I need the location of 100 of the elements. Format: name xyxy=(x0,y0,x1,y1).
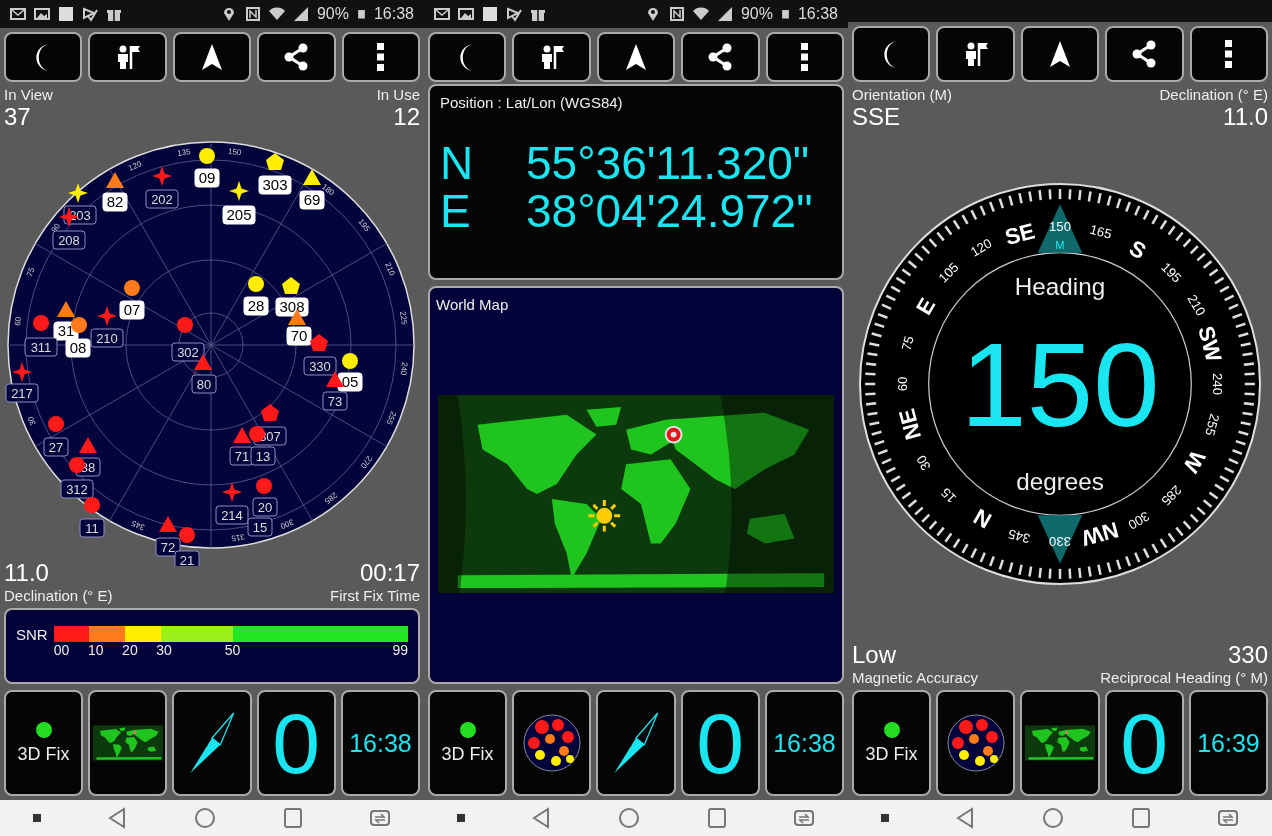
mail-icon xyxy=(10,6,26,22)
dial-label: E xyxy=(911,293,941,320)
dial-label: 255 xyxy=(1202,412,1223,438)
satellite-label: 05 xyxy=(337,372,363,392)
arrow-button[interactable] xyxy=(1020,26,1100,82)
dial-label: 30 xyxy=(913,452,934,473)
satellite-count-tile[interactable]: 0 xyxy=(256,690,336,796)
satellite-label: 70 xyxy=(286,326,312,346)
moon-button[interactable] xyxy=(4,32,83,82)
recent-apps-icon[interactable] xyxy=(281,807,304,829)
switch-sim-icon[interactable] xyxy=(1217,807,1240,829)
dial-label: 60 xyxy=(894,376,910,392)
dial-label: 330 xyxy=(1049,534,1071,550)
dial-label: SE xyxy=(1002,218,1038,251)
recent-apps-icon[interactable] xyxy=(1129,807,1152,829)
fix-dot-icon xyxy=(459,721,476,738)
fix-dot-icon xyxy=(883,721,900,738)
more-icon xyxy=(377,43,385,71)
clock-tile[interactable]: 16:38 xyxy=(764,690,844,796)
person-button[interactable] xyxy=(88,32,167,82)
in-use-count: 12 xyxy=(393,103,420,131)
signal-icon xyxy=(292,6,309,22)
satellite-label: 20 xyxy=(252,497,278,517)
more-button[interactable] xyxy=(341,32,421,82)
heading-label: Heading xyxy=(1014,273,1106,301)
magnetic-accuracy-value: Low xyxy=(852,641,898,669)
world-map-tile[interactable] xyxy=(1020,690,1100,796)
nfc-icon xyxy=(244,6,261,22)
in-view-label: In View xyxy=(4,86,53,103)
switch-sim-icon[interactable] xyxy=(369,807,392,829)
reciprocal-marker xyxy=(1037,515,1083,564)
share-button[interactable] xyxy=(1105,26,1184,82)
home-icon[interactable] xyxy=(194,807,216,829)
satellite-label: 11 xyxy=(79,518,105,538)
satellite-label: 210 xyxy=(90,328,124,348)
satellite-label: 205 xyxy=(222,205,256,225)
person-button[interactable] xyxy=(512,32,591,82)
dial-label: 150 xyxy=(1049,218,1071,234)
position-title: Position : Lat/Lon (WGS84) xyxy=(440,94,624,111)
dial-label: 300 xyxy=(1125,508,1153,533)
in-use-label: In Use xyxy=(376,86,420,103)
snr-tick-label: 30 xyxy=(156,642,173,658)
satellite-label: 72 xyxy=(155,537,181,557)
satellite-label: 330 xyxy=(303,356,337,376)
switch-sim-icon[interactable] xyxy=(793,807,816,829)
compass-tile[interactable] xyxy=(172,690,252,796)
azimuth-label: 210 xyxy=(383,261,397,277)
mail-icon xyxy=(434,6,450,22)
heading-unit: degrees xyxy=(1016,468,1104,496)
recent-apps-icon[interactable] xyxy=(705,807,728,829)
satellite-label: 07 xyxy=(119,300,145,320)
sky-plot-tile[interactable] xyxy=(512,690,592,796)
satellite-count-tile[interactable]: 0 xyxy=(680,690,760,796)
satellite-label: 302 xyxy=(171,342,205,362)
reciprocal-heading-value: 330 xyxy=(1227,641,1268,669)
image-icon xyxy=(458,6,474,22)
azimuth-label: 30 xyxy=(26,415,38,427)
dial-label: 285 xyxy=(1158,482,1185,509)
snr-tick-label: 99 xyxy=(392,642,408,658)
first-fix-time-value: 00:17 xyxy=(359,559,420,587)
share-button[interactable] xyxy=(681,32,760,82)
azimuth-label: 60 xyxy=(13,316,24,327)
world-map-title: World Map xyxy=(436,296,510,313)
satellite-label: 21 xyxy=(174,550,200,566)
arrow-button[interactable] xyxy=(596,32,676,82)
clock-tile[interactable]: 16:39 xyxy=(1188,690,1268,796)
arrow-button[interactable] xyxy=(172,32,252,82)
compass-tile[interactable] xyxy=(596,690,676,796)
moon-button[interactable] xyxy=(852,26,931,82)
fix-dot-icon xyxy=(35,721,52,738)
battery-percent: 90% xyxy=(740,5,773,23)
satellite-count-tile[interactable]: 0 xyxy=(1104,690,1184,796)
home-icon[interactable] xyxy=(1042,807,1064,829)
magnetic-marker-label: M xyxy=(1055,238,1065,251)
more-button[interactable] xyxy=(765,32,845,82)
more-button[interactable] xyxy=(1189,26,1269,82)
more-icon xyxy=(801,43,809,71)
square-icon xyxy=(58,6,74,22)
declination-value: 11.0 xyxy=(4,559,50,587)
fix-status-tile[interactable]: 3D Fix xyxy=(4,690,84,796)
azimuth-label: 120 xyxy=(127,159,143,173)
dial-label: NW xyxy=(1079,517,1122,551)
first-fix-time-label: First Fix Time xyxy=(330,587,420,604)
satellite-label: 217 xyxy=(5,383,39,403)
fix-status-tile[interactable]: 3D Fix xyxy=(852,690,932,796)
satellite-label: 80 xyxy=(191,374,217,394)
moon-button[interactable] xyxy=(428,32,507,82)
azimuth-label: 315 xyxy=(230,532,246,543)
sky-plot-tile[interactable] xyxy=(936,690,1016,796)
square-icon xyxy=(482,6,498,22)
clock-tile[interactable]: 16:38 xyxy=(340,690,420,796)
share-button[interactable] xyxy=(257,32,336,82)
home-icon[interactable] xyxy=(618,807,640,829)
heading-marker xyxy=(1037,204,1083,253)
world-map-tile[interactable] xyxy=(88,690,168,796)
fix-status-tile[interactable]: 3D Fix xyxy=(428,690,508,796)
nfc-icon xyxy=(668,6,685,22)
satellite-label: 214 xyxy=(215,505,249,525)
satellite-label: 28 xyxy=(243,296,269,316)
person-button[interactable] xyxy=(936,26,1015,82)
